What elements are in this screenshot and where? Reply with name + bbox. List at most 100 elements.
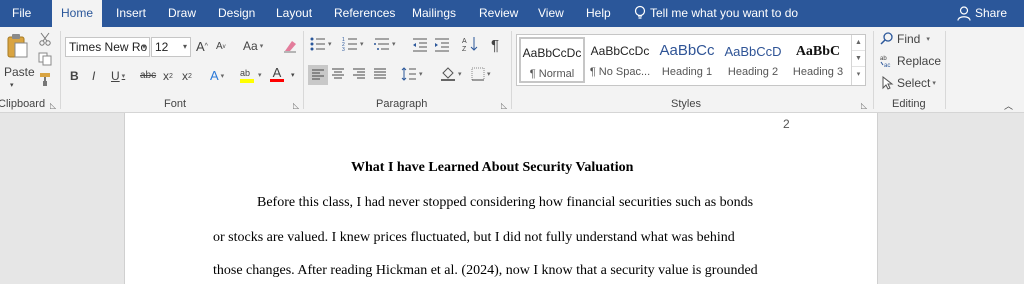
subscript-button[interactable]: x2 <box>163 69 173 83</box>
multilevel-list-icon <box>374 38 389 50</box>
menu-layout[interactable]: Layout <box>276 0 312 27</box>
clear-formatting-icon[interactable] <box>282 39 298 53</box>
menu-review[interactable]: Review <box>479 0 518 27</box>
numbered-list-icon: 123 <box>342 37 357 51</box>
align-left-button[interactable] <box>308 65 328 85</box>
change-case-button[interactable]: Aa ▾ <box>243 39 263 53</box>
style-normal[interactable]: AaBbCcDc ¶ Normal <box>519 37 585 83</box>
font-name-value: Times New Ro <box>69 40 148 54</box>
clipboard-group-label: Clipboard <box>0 98 46 110</box>
menu-references[interactable]: References <box>334 0 395 27</box>
paste-dropdown-icon[interactable]: ▾ <box>10 81 14 89</box>
select-label: Select <box>897 76 931 90</box>
format-painter-icon[interactable] <box>38 72 52 86</box>
align-center-button[interactable] <box>331 68 345 80</box>
collapse-ribbon-icon[interactable]: ︿ <box>1004 99 1013 112</box>
grow-font-button[interactable]: A ^ <box>196 39 208 54</box>
shading-button[interactable]: ▾ <box>440 67 462 81</box>
menu-home[interactable]: Home <box>52 0 102 27</box>
clipboard-launcher-icon[interactable]: ◺ <box>50 101 56 110</box>
menu-draw[interactable]: Draw <box>168 0 196 27</box>
font-name-combo[interactable]: Times New Ro ▾ <box>65 37 150 57</box>
borders-icon <box>471 67 485 81</box>
search-icon <box>880 32 893 45</box>
chevron-down-icon[interactable]: ▾ <box>142 38 146 56</box>
chevron-down-icon[interactable]: ▾ <box>183 38 187 56</box>
select-button[interactable]: Select ▾ <box>880 76 936 90</box>
style-heading-3[interactable]: AaBbC Heading 3 <box>785 37 851 83</box>
style-no-spacing[interactable]: AaBbCcDc ¶ No Spac... <box>587 37 653 83</box>
sort-button[interactable]: AZ <box>462 36 478 52</box>
style-name: Heading 3 <box>792 66 844 78</box>
align-right-icon <box>353 68 365 79</box>
paragraph-launcher-icon[interactable]: ◺ <box>501 101 507 110</box>
style-heading-2[interactable]: AaBbCcD Heading 2 <box>720 37 786 83</box>
highlight-button[interactable]: ab ▾ <box>240 67 262 83</box>
gallery-up-icon[interactable]: ▲ <box>852 35 865 51</box>
menu-file[interactable]: File <box>12 0 31 27</box>
shrink-font-button[interactable]: Av <box>216 41 226 52</box>
ribbon: Paste ▾ Clipboard ◺ Times New Ro ▾ 12 ▾ … <box>0 27 1024 113</box>
numbering-button[interactable]: 123 ▾ <box>342 37 364 51</box>
clipboard-icon <box>7 34 28 58</box>
style-preview: AaBbCcDc <box>590 44 650 58</box>
document-page[interactable]: 2 What I have Learned About Security Val… <box>124 113 878 284</box>
italic-button[interactable]: I <box>92 69 95 83</box>
svg-text:ab: ab <box>880 56 887 62</box>
paragraph-line: Before this class, I had never stopped c… <box>257 195 754 210</box>
bold-button[interactable]: B <box>70 69 79 83</box>
highlighter-icon: ab <box>240 68 254 83</box>
font-color-button[interactable]: A <box>270 66 284 82</box>
style-heading-1[interactable]: AaBbCc Heading 1 <box>654 37 720 83</box>
paint-bucket-icon <box>441 67 455 81</box>
decrease-indent-icon[interactable] <box>412 38 428 52</box>
paste-label[interactable]: Paste <box>4 65 35 79</box>
font-color-dropdown-icon[interactable]: ▾ <box>291 71 295 79</box>
lightbulb-icon <box>634 5 646 19</box>
font-launcher-icon[interactable]: ◺ <box>293 101 299 110</box>
increase-indent-icon[interactable] <box>434 38 450 52</box>
gallery-more-icon[interactable]: ▾ <box>852 67 865 83</box>
menu-design[interactable]: Design <box>218 0 255 27</box>
find-button[interactable]: Find ▾ <box>880 32 930 46</box>
paste-button[interactable] <box>5 32 29 60</box>
separator <box>60 31 61 109</box>
strikethrough-button[interactable]: abc <box>140 70 156 81</box>
paragraph-line: or stocks are valued. I knew prices fluc… <box>213 230 735 245</box>
replace-button[interactable]: ab ac Replace <box>880 54 941 68</box>
align-right-button[interactable] <box>352 68 366 80</box>
menu-insert[interactable]: Insert <box>116 0 146 27</box>
superscript-button[interactable]: x2 <box>182 69 192 83</box>
svg-text:Z: Z <box>462 46 467 52</box>
justify-button[interactable] <box>373 68 387 80</box>
svg-text:A: A <box>462 38 467 45</box>
separator <box>303 31 304 109</box>
text-effects-button[interactable]: A ▾ <box>210 68 224 83</box>
copy-icon[interactable] <box>38 52 52 66</box>
font-size-combo[interactable]: 12 ▾ <box>151 37 191 57</box>
line-spacing-button[interactable]: ▾ <box>401 67 423 81</box>
menu-mailings[interactable]: Mailings <box>412 0 456 27</box>
document-title: What I have Learned About Security Valua… <box>351 160 634 175</box>
menu-help[interactable]: Help <box>586 0 611 27</box>
change-case-glyph: Aa <box>243 39 258 53</box>
tell-me-search[interactable]: Tell me what you want to do <box>650 0 798 27</box>
gallery-down-icon[interactable]: ▼ <box>852 51 865 67</box>
align-left-icon <box>312 69 324 80</box>
shrink-font-glyph: A <box>216 41 223 52</box>
style-preview: AaBbCcD <box>724 44 782 59</box>
borders-button[interactable]: ▾ <box>471 67 491 81</box>
underline-button[interactable]: U ▾ <box>111 69 125 83</box>
menu-view[interactable]: View <box>538 0 564 27</box>
bullets-button[interactable]: ▾ <box>310 37 332 51</box>
styles-launcher-icon[interactable]: ◺ <box>861 101 867 110</box>
share-button[interactable]: Share <box>975 0 1007 27</box>
style-preview: AaBbC <box>795 44 841 59</box>
style-name: Heading 1 <box>661 66 713 78</box>
align-center-icon <box>332 68 344 79</box>
styles-group-label: Styles <box>671 98 701 110</box>
show-formatting-button[interactable]: ¶ <box>491 37 499 54</box>
font-size-value: 12 <box>155 40 169 54</box>
cut-icon[interactable] <box>38 32 52 46</box>
multilevel-list-button[interactable]: ▾ <box>374 37 396 51</box>
